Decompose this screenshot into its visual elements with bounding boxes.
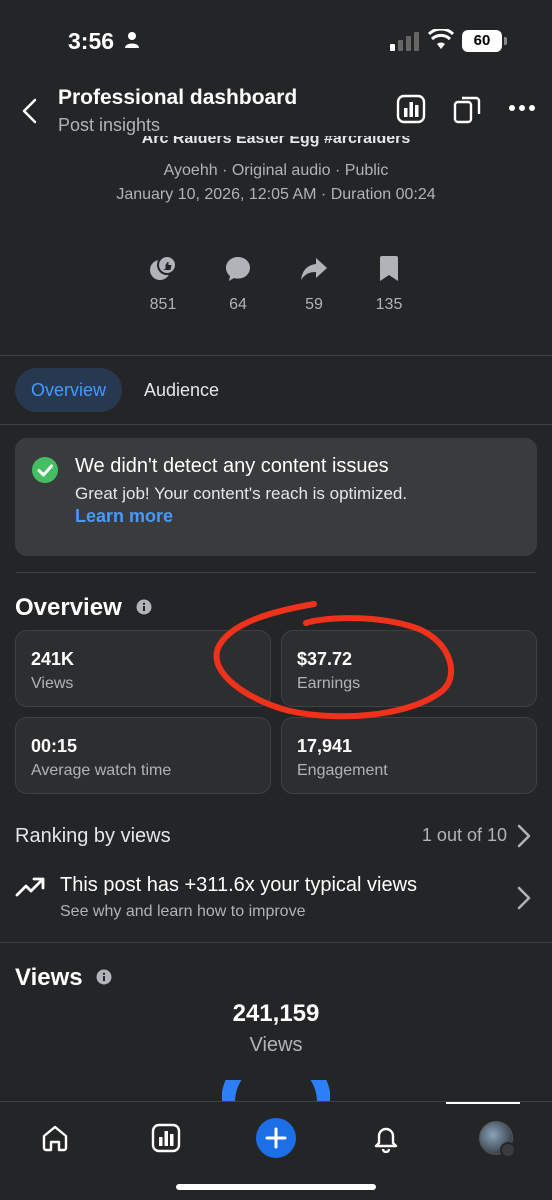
wifi-icon <box>428 29 454 49</box>
info-icon[interactable] <box>96 969 112 985</box>
app-header: Professional dashboard Post insights <box>0 80 552 140</box>
divider <box>0 424 552 425</box>
trending-up-icon <box>15 877 45 897</box>
signal-icon <box>390 32 419 51</box>
insights-chart-icon <box>151 1123 181 1153</box>
views-card-label: Views <box>31 675 74 692</box>
notifications-tab[interactable] <box>366 1118 406 1158</box>
page-title: Professional dashboard <box>58 86 298 109</box>
status-bar: 3:56 60 <box>0 0 552 80</box>
views-total: 241,159 <box>232 1000 320 1027</box>
ranking-value: 1 out of 10 <box>421 825 507 845</box>
profile-tab[interactable] <box>476 1118 516 1158</box>
ranking-row[interactable]: Ranking by views 1 out of 10 <box>15 822 537 852</box>
tab-audience[interactable]: Audience <box>128 368 235 412</box>
more-options-icon[interactable] <box>508 104 536 112</box>
views-card-value: 241K <box>31 649 75 669</box>
saves-stat: 135 <box>359 254 419 314</box>
watch-time-card[interactable]: 00:15 Average watch time <box>15 717 271 794</box>
earnings-card-label: Earnings <box>297 675 361 692</box>
content-issues-notice: We didn't detect any content issues Grea… <box>15 438 537 556</box>
engagement-card[interactable]: 17,941 Engagement <box>281 717 537 794</box>
earnings-card[interactable]: $37.72 Earnings <box>281 630 537 707</box>
tab-overview[interactable]: Overview <box>15 368 123 412</box>
create-tab[interactable] <box>256 1118 296 1158</box>
divider <box>16 572 536 573</box>
post-meta: Ayoehh · Original audio · Public <box>163 162 389 179</box>
menu-badge-icon <box>500 1142 516 1158</box>
divider <box>0 942 552 943</box>
post-date: January 10, 2026, 12:05 AM · Duration 00… <box>116 186 436 203</box>
back-arrow-icon[interactable] <box>18 97 42 125</box>
home-indicator <box>176 1184 376 1190</box>
home-tab[interactable] <box>35 1118 75 1158</box>
views-card[interactable]: 241K Views <box>15 630 271 707</box>
shares-count: 59 <box>305 296 323 313</box>
plus-icon <box>256 1118 296 1158</box>
page-subtitle: Post insights <box>58 115 161 135</box>
typical-views-row[interactable]: This post has +311.6x your typical views… <box>15 868 537 928</box>
post-title: Arc Raiders Easter Egg #arcraiders <box>141 136 411 147</box>
comments-stat: 64 <box>208 254 268 314</box>
shares-stat: 59 <box>284 254 344 314</box>
watch-time-card-label: Average watch time <box>31 762 172 779</box>
share-icon <box>301 258 327 280</box>
comments-count: 64 <box>229 296 247 313</box>
home-icon <box>42 1125 68 1152</box>
reactions-count: 851 <box>149 296 177 313</box>
copy-icon[interactable] <box>452 94 482 124</box>
insights-chart-icon[interactable] <box>396 94 426 124</box>
watch-time-card-value: 00:15 <box>31 736 78 756</box>
typical-views-subtitle: See why and learn how to improve <box>60 903 306 920</box>
avatar <box>479 1121 516 1158</box>
notice-title: We didn't detect any content issues <box>75 455 389 477</box>
battery-tip <box>504 37 507 45</box>
engagement-card-label: Engagement <box>297 762 388 779</box>
active-tab-indicator <box>446 1102 520 1104</box>
status-time: 3:56 <box>68 28 115 54</box>
chevron-right-icon <box>517 886 531 910</box>
battery-level: 60 <box>462 30 502 52</box>
reactions-stat: 851 <box>133 254 193 314</box>
engagement-card-value: 17,941 <box>297 736 353 756</box>
comment-icon <box>226 257 250 281</box>
saves-count: 135 <box>375 296 403 313</box>
views-section-title: Views <box>15 964 83 991</box>
views-total-label: Views <box>249 1034 303 1056</box>
bell-icon <box>374 1127 398 1153</box>
chevron-right-icon <box>517 824 531 848</box>
views-gauge-chart <box>222 1080 330 1102</box>
divider <box>0 355 552 356</box>
learn-more-link[interactable]: Learn more <box>75 506 173 527</box>
dashboard-tab[interactable] <box>146 1118 186 1158</box>
reactions-icon <box>150 255 177 280</box>
earnings-card-value: $37.72 <box>297 649 353 669</box>
typical-views-title: This post has +311.6x your typical views <box>60 874 418 896</box>
check-circle-icon <box>32 457 58 483</box>
bookmark-icon <box>380 256 398 281</box>
person-icon <box>125 32 139 48</box>
info-icon[interactable] <box>136 599 152 615</box>
ranking-title: Ranking by views <box>15 825 171 847</box>
notice-text: Great job! Your content's reach is optim… <box>75 484 408 503</box>
overview-title: Overview <box>15 594 122 621</box>
